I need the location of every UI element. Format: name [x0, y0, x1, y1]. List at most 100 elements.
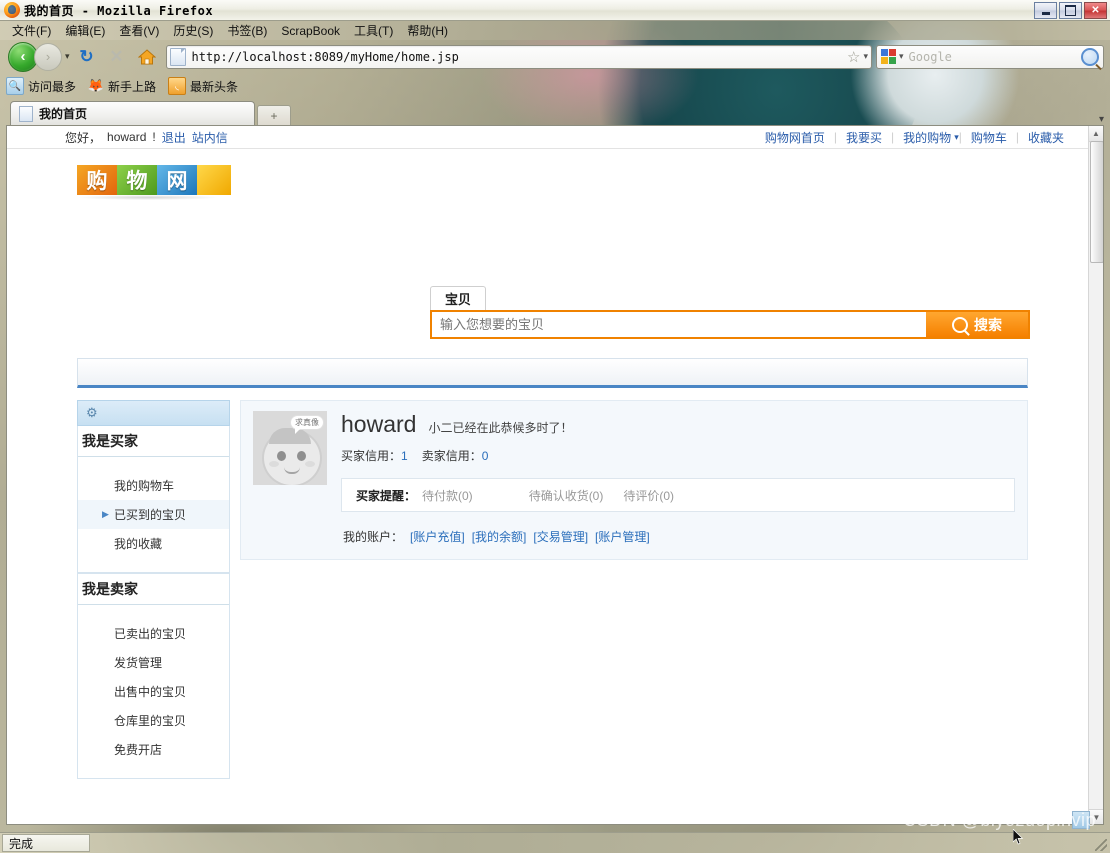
menu-edit[interactable]: 编辑(E): [58, 21, 112, 40]
search-tabs: 宝贝: [430, 286, 1030, 310]
url-bar[interactable]: http://localhost:8089/myHome/home.jsp ☆ …: [165, 44, 872, 69]
resize-grip[interactable]: [1095, 839, 1107, 851]
bookmark-label: 最新头条: [190, 79, 239, 94]
home-button[interactable]: [134, 44, 160, 70]
close-button[interactable]: ✕: [1084, 1, 1107, 19]
firefox-icon: [4, 2, 20, 18]
logout-link[interactable]: 退出: [162, 129, 186, 146]
tab-my-home[interactable]: 我的首页: [10, 101, 255, 125]
tab-label: 我的首页: [39, 107, 88, 121]
seller-credit-value: 0: [481, 449, 489, 463]
account-link-balance[interactable]: [我的余额]: [472, 528, 527, 545]
tab-list-dropdown-icon[interactable]: ▾: [1099, 114, 1104, 125]
navigation-toolbar: ‹ › ▾ ↻ ✕ http://localhost:8089/myHome/h…: [0, 40, 1110, 73]
nav-favorites[interactable]: 收藏夹: [1019, 129, 1073, 146]
bookmark-getting-started[interactable]: 🦊 新手上路: [88, 78, 156, 95]
sidebar-header: ⚙: [77, 400, 230, 426]
seller-credit-label: 卖家信用：: [421, 449, 482, 463]
avatar[interactable]: 求真像: [253, 411, 327, 485]
reload-button[interactable]: ↻: [74, 44, 100, 70]
nav-home[interactable]: 购物网首页: [756, 129, 834, 146]
logo-char-2: 物: [117, 165, 157, 195]
search-button[interactable]: 搜索: [926, 312, 1028, 337]
sidebar-item-purchased[interactable]: ▶ 已买到的宝贝: [78, 500, 229, 529]
bookmark-most-visited[interactable]: 🔍 访问最多: [6, 77, 76, 95]
site-nav-links: 购物网首页 | 我要买 | 我的购物 ▾ | 购物车 | 收藏夹: [756, 129, 1073, 146]
sidebar-item-my-cart[interactable]: 我的购物车: [78, 471, 229, 500]
maximize-button[interactable]: [1059, 1, 1082, 19]
scroll-up-icon[interactable]: ▲: [1089, 126, 1103, 142]
profile-name-row: howard 小二已经在此恭候多时了！: [341, 411, 1015, 438]
status-bar: 完成: [0, 832, 1110, 853]
account-link-transactions[interactable]: [交易管理]: [533, 528, 588, 545]
forward-button[interactable]: ›: [34, 42, 62, 71]
menu-history[interactable]: 历史(S): [166, 21, 220, 40]
greeting-exclam: !: [152, 130, 156, 144]
search-bar[interactable]: ▾ Google: [876, 44, 1104, 69]
menu-file[interactable]: 文件(F): [5, 21, 58, 40]
menu-view[interactable]: 查看(V): [112, 21, 166, 40]
account-link-manage[interactable]: [账户管理]: [595, 528, 650, 545]
sidebar-item-free-shop[interactable]: 免费开店: [78, 735, 229, 764]
search-input[interactable]: [432, 312, 926, 337]
menu-scrapbook[interactable]: ScrapBook: [274, 23, 347, 39]
search-engine-dropdown-icon[interactable]: ▾: [899, 51, 904, 62]
maximize-icon: [1065, 4, 1076, 16]
category-nav-strip: [77, 358, 1028, 388]
sidebar-item-label: 发货管理: [114, 656, 163, 670]
firefox-window: 我的首页 - Mozilla Firefox ✕ 文件(F) 编辑(E) 查看(…: [0, 0, 1110, 853]
nav-my-shopping[interactable]: 我的购物: [894, 129, 960, 146]
sidebar-item-favorites[interactable]: 我的收藏: [78, 529, 229, 558]
search-tab-baobei[interactable]: 宝贝: [430, 286, 486, 310]
account-link-recharge[interactable]: [账户充值]: [410, 528, 465, 545]
menu-bookmarks[interactable]: 书签(B): [220, 21, 274, 40]
minimize-button[interactable]: [1034, 1, 1057, 19]
menu-tools[interactable]: 工具(T): [347, 21, 400, 40]
firefox-icon: 🦊: [87, 78, 105, 93]
sidebar-item-label: 我的收藏: [114, 537, 163, 551]
stop-icon: ✕: [109, 46, 124, 66]
stop-button[interactable]: ✕: [104, 44, 130, 70]
sidebar-item-on-sale[interactable]: 出售中的宝贝: [78, 677, 229, 706]
reminder-unrated[interactable]: 待评价(0): [623, 487, 674, 504]
sidebar-item-label: 已买到的宝贝: [114, 508, 187, 522]
buyer-reminder-bar: 买家提醒： 待付款(0) 待确认收货(0) 待评价(0): [341, 478, 1015, 512]
page-favicon-icon: [169, 47, 186, 66]
reminder-unconfirmed[interactable]: 待确认收货(0): [529, 487, 604, 504]
url-dropdown-icon[interactable]: ▾: [863, 51, 868, 62]
sidebar-section-title-seller: 我是卖家: [78, 574, 229, 605]
sidebar-item-sold[interactable]: 已卖出的宝贝: [78, 619, 229, 648]
bookmarks-toolbar: 🔍 访问最多 🦊 新手上路 ◟ 最新头条: [0, 74, 1110, 98]
tab-strip: 我的首页 + ▾: [0, 98, 1110, 125]
reminder-unpaid[interactable]: 待付款(0): [422, 487, 473, 504]
user-greeting-group: 您好， howard! 退出 站内信: [65, 129, 228, 146]
scroll-down-icon[interactable]: ▼: [1089, 809, 1103, 824]
title-bar: 我的首页 - Mozilla Firefox ✕: [0, 0, 1110, 21]
sidebar-item-shipping[interactable]: 发货管理: [78, 648, 229, 677]
site-logo[interactable]: 购 物 网: [77, 163, 231, 197]
nav-cart[interactable]: 购物车: [962, 129, 1016, 146]
inbox-link[interactable]: 站内信: [192, 129, 228, 146]
history-dropdown-icon[interactable]: ▾: [65, 51, 70, 62]
chevron-right-icon: ▶: [102, 509, 109, 519]
search-row: 搜索: [430, 310, 1030, 339]
search-magnifier-icon[interactable]: [1081, 47, 1099, 66]
google-icon: [881, 49, 896, 64]
bookmark-label: 访问最多: [28, 79, 77, 94]
new-tab-button[interactable]: +: [257, 105, 291, 125]
url-text: http://localhost:8089/myHome/home.jsp: [191, 49, 459, 64]
menu-help[interactable]: 帮助(H): [400, 21, 455, 40]
logo-char-1: 购: [77, 165, 117, 195]
profile-credits: 买家信用：1 卖家信用：0: [341, 447, 1015, 464]
nav-buy[interactable]: 我要买: [837, 129, 891, 146]
sidebar: ⚙ 我是买家 我的购物车 ▶ 已买到的宝贝 我的收藏 我是卖家 已卖出的宝贝 发…: [77, 400, 230, 779]
page-scrollbar[interactable]: ▲ ▼: [1088, 126, 1103, 824]
bookmark-latest-headlines[interactable]: ◟ 最新头条: [168, 77, 238, 95]
logo-char-3: 网: [157, 165, 197, 195]
sidebar-item-warehouse[interactable]: 仓库里的宝贝: [78, 706, 229, 735]
bookmark-star-icon[interactable]: ☆: [847, 48, 860, 66]
scrollbar-thumb[interactable]: [1090, 141, 1103, 263]
bookmark-label: 新手上路: [108, 79, 157, 94]
